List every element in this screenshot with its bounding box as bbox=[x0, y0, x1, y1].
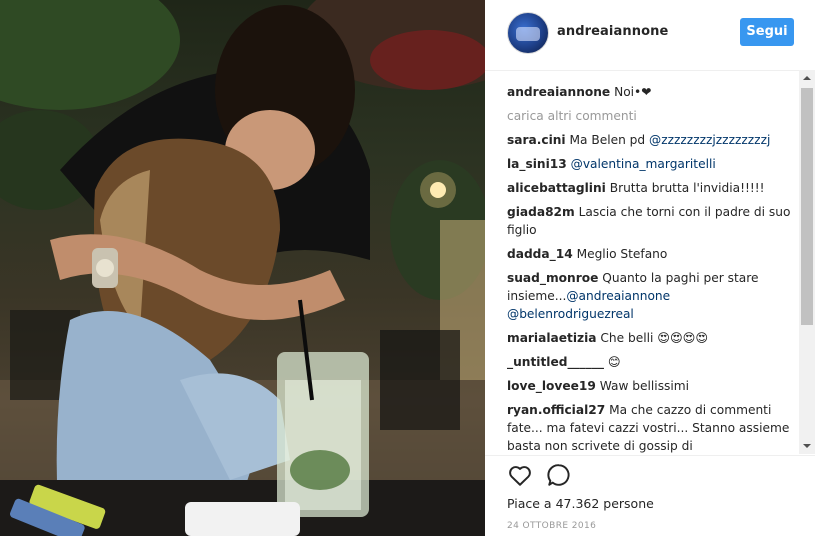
avatar-image bbox=[516, 27, 540, 41]
comment-item: giada82m Lascia che torni con il padre d… bbox=[507, 203, 797, 239]
post-photo[interactable] bbox=[0, 0, 485, 536]
post-date: 24 OTTOBRE 2016 bbox=[507, 521, 597, 531]
follow-button[interactable]: Segui bbox=[740, 18, 794, 46]
comment-username[interactable]: alicebattaglini bbox=[507, 181, 606, 195]
comment-item: marialaetizia Che belli 😍😍😍😍 bbox=[507, 329, 797, 347]
photo-illustration bbox=[0, 0, 485, 536]
comment-item: dadda_14 Meglio Stefano bbox=[507, 245, 797, 263]
comment-text: Brutta brutta l'invidia!!!!! bbox=[609, 181, 765, 195]
scroll-down-icon[interactable] bbox=[799, 438, 815, 454]
comment-item: sara.cini Ma Belen pd @zzzzzzzzjzzzzzzzz… bbox=[507, 131, 797, 149]
post-sidebar: andreaiannone Segui andreaiannone Noi•❤ … bbox=[485, 0, 815, 536]
comment-username[interactable]: giada82m bbox=[507, 205, 575, 219]
comment-item: love_lovee19 Waw bellissimi bbox=[507, 377, 797, 395]
avatar[interactable] bbox=[507, 12, 549, 54]
instagram-post-view: andreaiannone Segui andreaiannone Noi•❤ … bbox=[0, 0, 815, 536]
post-header: andreaiannone Segui bbox=[485, 0, 815, 71]
comment-text: Meglio Stefano bbox=[576, 247, 668, 261]
comment-item: ryan.official27 Ma che cazzo di commenti… bbox=[507, 401, 797, 453]
comment-username[interactable]: sara.cini bbox=[507, 133, 566, 147]
header-username[interactable]: andreaiannone bbox=[557, 24, 668, 39]
comment-username[interactable]: la_sini13 bbox=[507, 157, 567, 171]
comments-list: andreaiannone Noi•❤ carica altri comment… bbox=[507, 83, 797, 453]
comment-username[interactable]: marialaetizia bbox=[507, 331, 597, 345]
comment-item: _untitled______ 😊 bbox=[507, 353, 797, 371]
scrollbar-thumb[interactable] bbox=[801, 88, 813, 325]
comment-username[interactable]: _untitled______ bbox=[507, 355, 604, 369]
comment-item: la_sini13 @valentina_margaritelli bbox=[507, 155, 797, 173]
comment-text: Waw bellissimi bbox=[599, 379, 690, 393]
heart-icon[interactable] bbox=[507, 462, 535, 490]
likes-count[interactable]: Piace a 47.362 persone bbox=[507, 496, 654, 511]
comment-bubble-icon[interactable] bbox=[546, 462, 574, 490]
caption-text: Noi•❤ bbox=[614, 85, 652, 99]
comment-text: Ma Belen pd bbox=[569, 133, 650, 147]
comment-username[interactable]: suad_monroe bbox=[507, 271, 598, 285]
comments-scrollbar[interactable] bbox=[799, 70, 815, 454]
comment-mention-link[interactable]: @valentina_margaritelli bbox=[571, 157, 716, 171]
comment-username[interactable]: ryan.official27 bbox=[507, 403, 605, 417]
comment-username[interactable]: love_lovee19 bbox=[507, 379, 596, 393]
caption: andreaiannone Noi•❤ bbox=[507, 83, 797, 101]
caption-username[interactable]: andreaiannone bbox=[507, 85, 610, 99]
comment-item: alicebattaglini Brutta brutta l'invidia!… bbox=[507, 179, 797, 197]
comment-mention-link[interactable]: @zzzzzzzzjzzzzzzzzj bbox=[649, 133, 770, 147]
comment-username[interactable]: dadda_14 bbox=[507, 247, 573, 261]
scroll-up-icon[interactable] bbox=[799, 70, 815, 86]
comment-text: Che belli 😍😍😍😍 bbox=[600, 331, 709, 345]
comment-text: 😊 bbox=[607, 355, 621, 369]
post-actions: Piace a 47.362 persone 24 OTTOBRE 2016 bbox=[485, 455, 815, 537]
load-more-comments-link[interactable]: carica altri commenti bbox=[507, 107, 797, 125]
comment-item: suad_monroe Quanto la paghi per stare in… bbox=[507, 269, 797, 323]
